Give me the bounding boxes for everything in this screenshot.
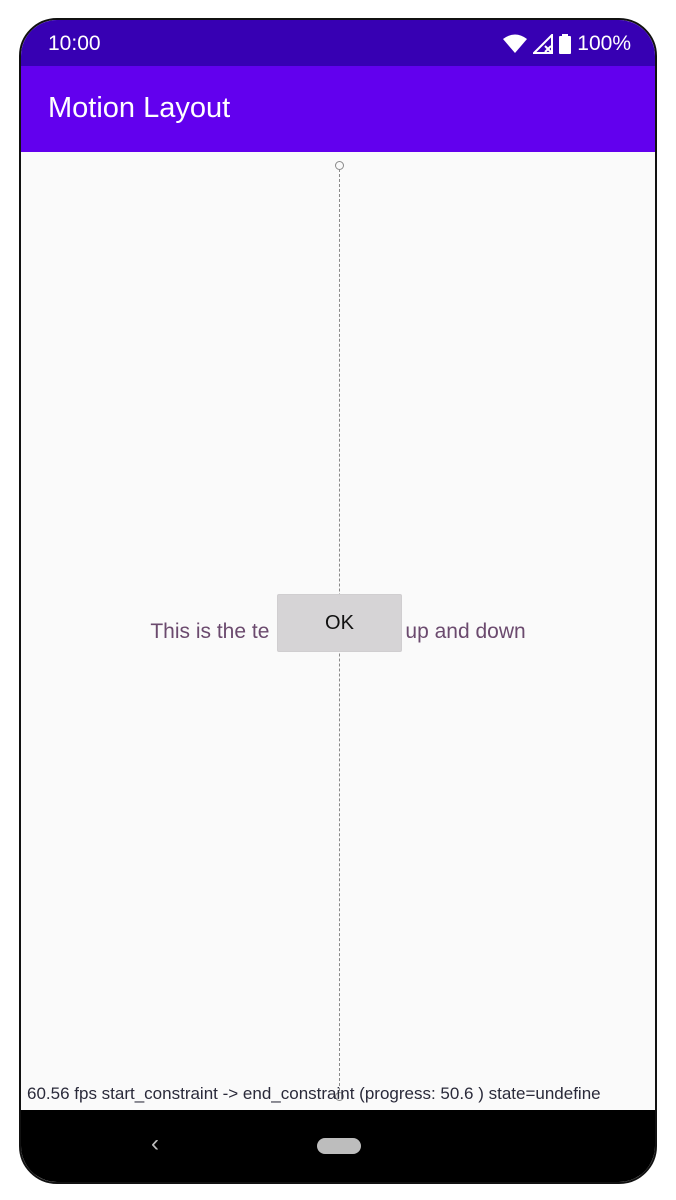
battery-icon xyxy=(559,34,572,54)
navigation-bar: ‹ xyxy=(21,1110,655,1182)
app-title: Motion Layout xyxy=(48,92,231,124)
app-bar: Motion Layout xyxy=(21,66,655,152)
wifi-icon xyxy=(503,34,528,54)
status-bar: 10:00 100% xyxy=(21,20,655,66)
signal-icon xyxy=(533,34,554,54)
animated-text-left: This is the te xyxy=(150,620,270,643)
battery-percent: 100% xyxy=(577,32,631,55)
motion-layout-container: This is the te up and down OK 60.56 fps s… xyxy=(21,152,655,1110)
status-time: 10:00 xyxy=(48,32,101,55)
home-pill-button[interactable] xyxy=(317,1138,361,1154)
status-icons: 100% xyxy=(503,32,631,56)
path-start-marker xyxy=(335,161,344,170)
motion-debug-overlay: 60.56 fps start_constraint -> end_constr… xyxy=(27,1084,601,1103)
back-icon[interactable]: ‹ xyxy=(151,1130,159,1158)
device-frame: 10:00 100% Motion Layout This is the te … xyxy=(19,18,657,1184)
ok-button[interactable]: OK xyxy=(277,594,402,652)
animated-text-right: up and down xyxy=(405,620,526,643)
